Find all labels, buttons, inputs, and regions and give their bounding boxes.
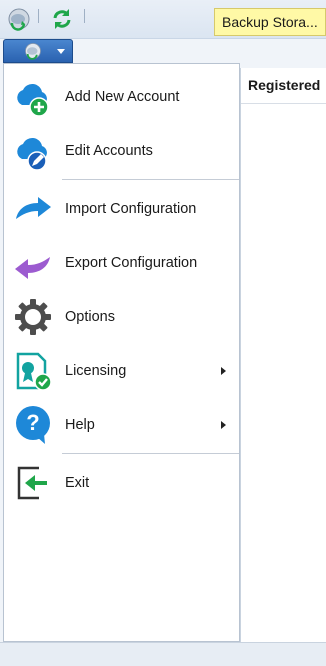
- status-bar: [0, 642, 326, 666]
- help-icon: ?: [16, 406, 50, 444]
- menu-item-add-new-account[interactable]: Add New Account: [4, 72, 239, 122]
- menu-item-label: Help: [65, 417, 95, 433]
- gear-icon: [15, 299, 51, 335]
- menu-item-help[interactable]: ? Help: [4, 400, 239, 450]
- cloud-sync-icon: [25, 43, 41, 60]
- menu-item-label: Import Configuration: [65, 201, 197, 217]
- menu-divider: [62, 453, 239, 454]
- menu-item-label: Licensing: [65, 363, 127, 379]
- menu-item-export-configuration[interactable]: Export Configuration: [4, 238, 239, 288]
- submenu-arrow-icon: [221, 367, 226, 375]
- menu-item-label: Options: [65, 309, 115, 325]
- menu-item-import-configuration[interactable]: Import Configuration: [4, 184, 239, 234]
- menu-item-label: Exit: [65, 475, 90, 491]
- toolbar-divider: [38, 9, 39, 23]
- menu-item-exit[interactable]: Exit: [4, 458, 239, 508]
- menu-item-label: Add New Account: [65, 89, 180, 105]
- app-menu-dropdown: Add New Account Edit Accounts Import Con…: [3, 63, 240, 642]
- cloud-add-icon: [17, 83, 49, 117]
- menu-item-label: Edit Accounts: [65, 143, 153, 159]
- cloud-edit-icon: [17, 137, 47, 171]
- column-header-registered[interactable]: Registered: [241, 68, 326, 104]
- submenu-arrow-icon: [221, 421, 226, 429]
- menu-item-licensing[interactable]: Licensing: [4, 346, 239, 396]
- exit-icon: [17, 466, 47, 500]
- export-arrow-icon: [15, 257, 50, 279]
- accounts-panel: Registered: [240, 68, 326, 642]
- svg-text:?: ?: [26, 410, 39, 435]
- cloud-sync-icon[interactable]: [7, 7, 31, 31]
- app-menu-button[interactable]: [3, 39, 73, 63]
- menu-item-edit-accounts[interactable]: Edit Accounts: [4, 126, 239, 176]
- import-arrow-icon: [16, 197, 51, 219]
- tooltip: Backup Stora...: [214, 8, 326, 36]
- menu-item-options[interactable]: Options: [4, 292, 239, 342]
- license-certificate-icon: [16, 352, 52, 391]
- refresh-icon[interactable]: [50, 7, 74, 31]
- toolbar-divider: [84, 9, 85, 23]
- menu-item-label: Export Configuration: [65, 255, 198, 271]
- menu-divider: [62, 179, 239, 180]
- chevron-down-icon: [57, 49, 65, 54]
- quick-access-toolbar: Backup Stora...: [0, 0, 326, 39]
